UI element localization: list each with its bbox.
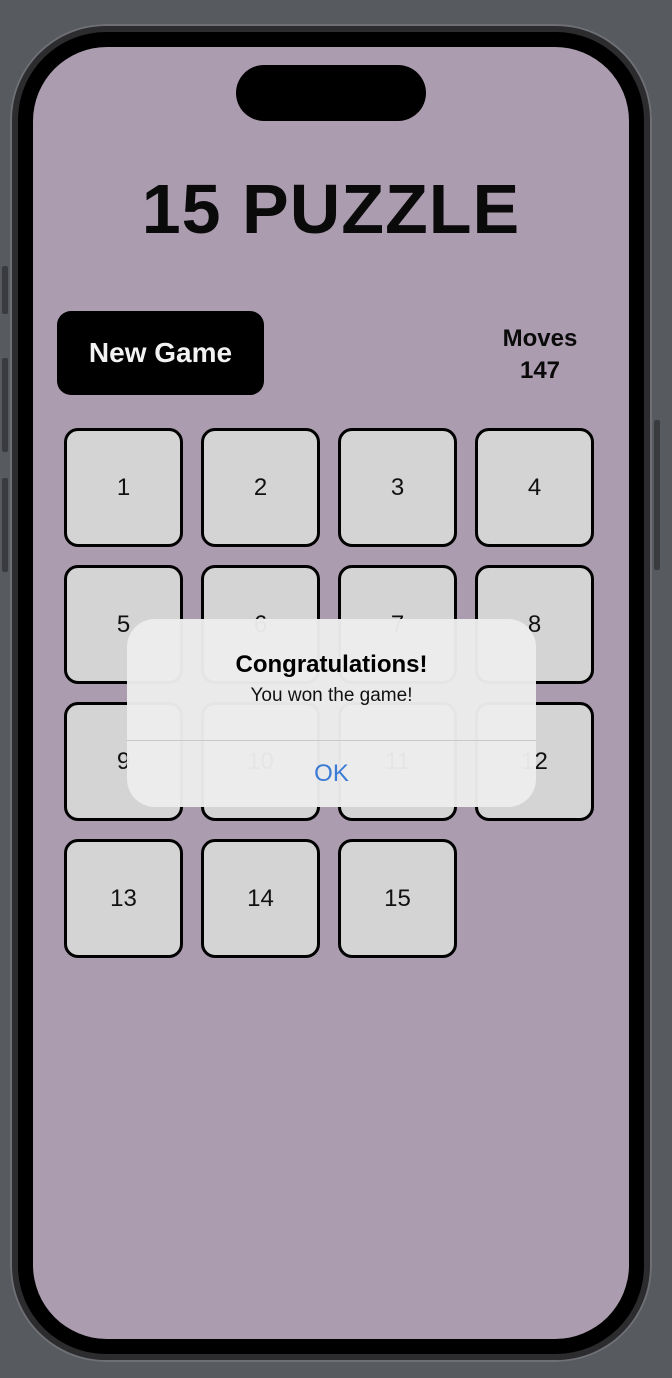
volume-down-side-button bbox=[2, 478, 8, 572]
game-title: 15 PUZZLE bbox=[141, 170, 521, 248]
moves-counter: Moves 147 bbox=[473, 323, 607, 387]
puzzle-tile[interactable]: 2 bbox=[201, 428, 320, 547]
phone-screen: 15 PUZZLE New Game Moves 147 12345678910… bbox=[33, 47, 629, 1339]
puzzle-tile[interactable]: 13 bbox=[64, 839, 183, 958]
puzzle-tile[interactable]: 4 bbox=[475, 428, 594, 547]
dynamic-island bbox=[236, 65, 426, 121]
puzzle-tile[interactable]: 1 bbox=[64, 428, 183, 547]
power-side-button bbox=[654, 420, 660, 570]
action-side-button bbox=[2, 266, 8, 314]
win-alert-dialog: Congratulations! You won the game! OK bbox=[127, 619, 536, 807]
volume-up-side-button bbox=[2, 358, 8, 452]
new-game-button[interactable]: New Game bbox=[57, 311, 264, 395]
alert-title: Congratulations! bbox=[235, 651, 428, 678]
puzzle-tile[interactable]: 15 bbox=[338, 839, 457, 958]
moves-value: 147 bbox=[519, 357, 561, 384]
puzzle-tile[interactable]: 3 bbox=[338, 428, 457, 547]
puzzle-tile[interactable]: 14 bbox=[201, 839, 320, 958]
alert-ok-button[interactable]: OK bbox=[127, 741, 536, 807]
moves-label: Moves bbox=[502, 325, 578, 352]
alert-message: You won the game! bbox=[250, 685, 413, 706]
